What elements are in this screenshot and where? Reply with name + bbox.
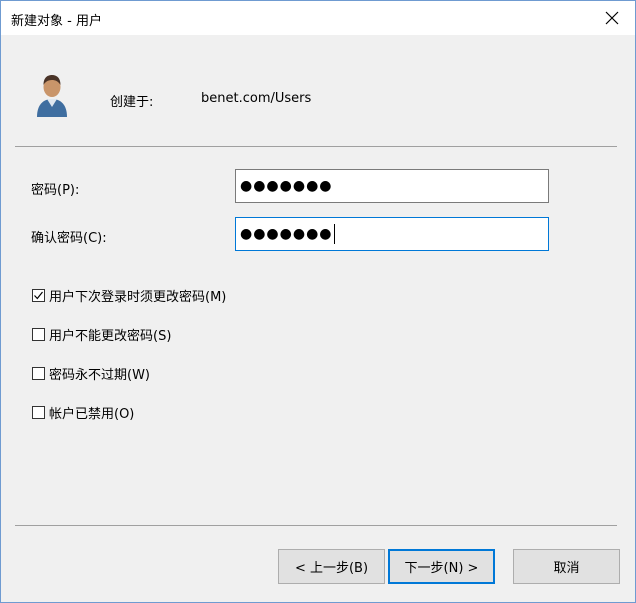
checkbox-box[interactable] <box>32 367 45 380</box>
created-in-path: benet.com/Users <box>201 91 312 106</box>
confirm-password-label: 确认密码(C): <box>31 231 107 246</box>
checkbox-box[interactable] <box>32 328 45 341</box>
title-bar: 新建对象 - 用户 <box>1 1 635 35</box>
checkbox-label: 密码永不过期(W) <box>49 368 150 383</box>
next-button[interactable]: 下一步(N) > <box>388 549 495 584</box>
bottom-divider <box>15 525 617 526</box>
top-divider <box>15 146 617 147</box>
user-icon <box>37 75 67 117</box>
checkbox-label: 用户不能更改密码(S) <box>49 329 172 344</box>
checkbox-label: 用户下次登录时须更改密码(M) <box>49 290 227 305</box>
password-label: 密码(P): <box>31 183 80 198</box>
checkbox-label: 帐户已禁用(O) <box>49 407 135 422</box>
dialog-window: 新建对象 - 用户 创建于: benet.com/Users 密码(P): ●●… <box>0 0 636 603</box>
password-field[interactable]: ●●●●●●● <box>235 169 549 203</box>
confirm-password-value: ●●●●●●● <box>240 226 333 242</box>
created-in-label: 创建于: <box>110 95 154 110</box>
close-icon <box>605 11 619 25</box>
checkbox-cannot-change-password[interactable]: 用户不能更改密码(S) <box>32 325 171 344</box>
window-title: 新建对象 - 用户 <box>11 14 102 29</box>
checkmark-icon <box>34 291 43 300</box>
text-caret <box>333 224 335 244</box>
checkbox-change-password-next-logon[interactable]: 用户下次登录时须更改密码(M) <box>32 286 226 305</box>
cancel-button[interactable]: 取消 <box>513 549 620 584</box>
close-button[interactable] <box>589 1 635 35</box>
password-value: ●●●●●●● <box>240 178 333 194</box>
back-button[interactable]: < 上一步(B) <box>278 549 385 584</box>
checkbox-box[interactable] <box>32 406 45 419</box>
confirm-password-field[interactable]: ●●●●●●● <box>235 217 549 251</box>
checkbox-box[interactable] <box>32 289 45 302</box>
checkbox-account-disabled[interactable]: 帐户已禁用(O) <box>32 403 134 422</box>
checkbox-password-never-expires[interactable]: 密码永不过期(W) <box>32 364 150 383</box>
